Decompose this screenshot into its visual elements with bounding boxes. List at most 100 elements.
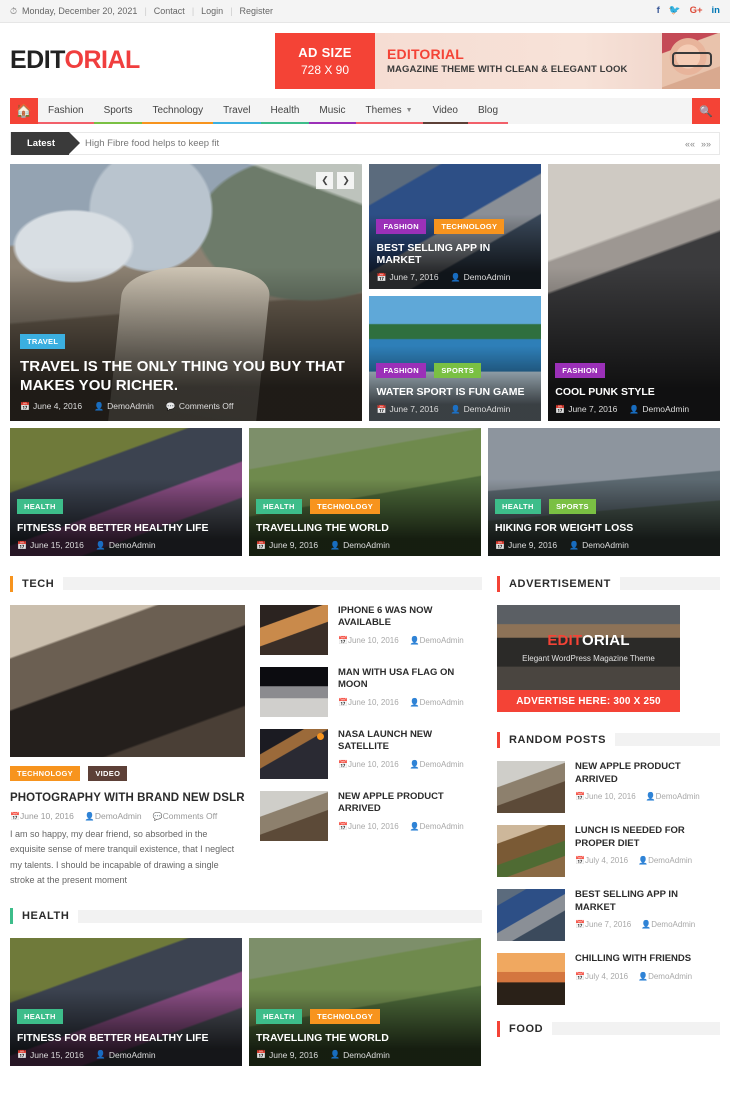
ad-size-label: AD SIZE bbox=[298, 44, 352, 60]
nav-item-music[interactable]: Music bbox=[309, 98, 356, 124]
current-date: Monday, December 20, 2021 bbox=[22, 6, 138, 16]
double-chevron-left-icon[interactable]: «« bbox=[685, 139, 695, 149]
featured-post-app[interactable]: FASHION TECHNOLOGY BEST SELLING APP IN M… bbox=[369, 164, 542, 289]
random-post-item[interactable]: BEST SELLING APP IN MARKET 📅June 7, 2016… bbox=[497, 889, 720, 941]
tech-post-item[interactable]: MAN WITH USA FLAG ON MOON 📅June 10, 2016… bbox=[260, 667, 482, 717]
category-badge-sports[interactable]: SPORTS bbox=[434, 363, 481, 378]
nav-item-technology[interactable]: Technology bbox=[142, 98, 214, 124]
post-title[interactable]: MAN WITH USA FLAG ON MOON bbox=[338, 667, 482, 692]
nav-label: Fashion bbox=[48, 104, 84, 116]
nav-item-fashion[interactable]: Fashion bbox=[38, 98, 94, 124]
category-badge-fashion[interactable]: FASHION bbox=[376, 219, 426, 234]
tech-post-item[interactable]: NEW APPLE PRODUCT ARRIVED 📅June 10, 2016… bbox=[260, 791, 482, 841]
nav-item-sports[interactable]: Sports bbox=[93, 98, 143, 124]
card-travelling[interactable]: HEALTH TECHNOLOGY TRAVELLING THE WORLD 📅… bbox=[249, 428, 481, 556]
tech-post-list: IPHONE 6 WAS NOW AVAILABLE 📅June 10, 201… bbox=[260, 605, 482, 889]
category-badge-technology[interactable]: TECHNOLOGY bbox=[434, 219, 505, 234]
comment-icon: 💬 bbox=[165, 401, 176, 411]
featured-main-post[interactable]: ❮ ❯ TRAVEL TRAVEL IS THE ONLY THING YOU … bbox=[10, 164, 363, 421]
featured-title[interactable]: WATER SPORT IS FUN GAME bbox=[376, 386, 534, 398]
tech-feature-image[interactable] bbox=[10, 605, 245, 757]
twitter-icon[interactable]: 🐦 bbox=[669, 6, 681, 16]
section-fill bbox=[615, 733, 720, 746]
card-title[interactable]: HIKING FOR WEIGHT LOSS bbox=[495, 522, 713, 534]
ticker-label: Latest bbox=[11, 132, 80, 155]
card-caption: HEALTH FITNESS FOR BETTER HEALTHY LIFE 📅… bbox=[17, 1008, 235, 1060]
header-ad-banner[interactable]: AD SIZE 728 X 90 EDITORIAL MAGAZINE THEM… bbox=[275, 32, 720, 89]
google-plus-icon[interactable]: G+ bbox=[690, 6, 703, 16]
post-title[interactable]: BEST SELLING APP IN MARKET bbox=[575, 889, 720, 914]
nav-item-health[interactable]: Health bbox=[260, 98, 310, 124]
random-post-item[interactable]: LUNCH IS NEEDED FOR PROPER DIET 📅July 4,… bbox=[497, 825, 720, 877]
tech-feature-title[interactable]: PHOTOGRAPHY WITH BRAND NEW DSLR bbox=[10, 792, 245, 804]
category-badge-health[interactable]: HEALTH bbox=[17, 499, 63, 514]
category-badge-health[interactable]: HEALTH bbox=[17, 1008, 63, 1024]
nav-item-blog[interactable]: Blog bbox=[468, 98, 509, 124]
card-fitness[interactable]: HEALTH FITNESS FOR BETTER HEALTHY LIFE 📅… bbox=[10, 937, 242, 1066]
post-date: 📅June 7, 2016 bbox=[555, 404, 617, 414]
chevron-right-icon[interactable]: ❯ bbox=[337, 172, 355, 189]
category-badge-health[interactable]: HEALTH bbox=[256, 1008, 302, 1024]
nav-item-travel[interactable]: Travel bbox=[213, 98, 261, 124]
card-travelling[interactable]: HEALTH TECHNOLOGY TRAVELLING THE WORLD 📅… bbox=[249, 937, 481, 1066]
tech-post-item[interactable]: NASA LAUNCH NEW SATELLITE 📅June 10, 2016… bbox=[260, 729, 482, 779]
card-title[interactable]: TRAVELLING THE WORLD bbox=[256, 1032, 474, 1044]
nav-item-video[interactable]: Video bbox=[422, 98, 468, 124]
search-icon[interactable]: 🔍 bbox=[692, 98, 720, 124]
post-title[interactable]: CHILLING WITH FRIENDS bbox=[575, 953, 692, 966]
news-ticker: Latest High Fibre food helps to keep fit… bbox=[10, 132, 720, 155]
card-title[interactable]: TRAVELLING THE WORLD bbox=[256, 522, 474, 534]
linkedin-icon[interactable]: in bbox=[712, 6, 720, 16]
post-title[interactable]: NASA LAUNCH NEW SATELLITE bbox=[338, 729, 482, 754]
divider: | bbox=[230, 6, 233, 16]
ticker-headline[interactable]: High Fibre food helps to keep fit bbox=[85, 138, 219, 149]
category-badge-sports[interactable]: SPORTS bbox=[549, 499, 596, 514]
double-chevron-right-icon[interactable]: »» bbox=[701, 139, 711, 149]
featured-title[interactable]: BEST SELLING APP IN MARKET bbox=[376, 242, 534, 266]
topbar-link-register[interactable]: Register bbox=[240, 6, 274, 16]
calendar-icon: 📅 bbox=[575, 792, 585, 802]
category-badge-travel[interactable]: TRAVEL bbox=[20, 334, 66, 350]
random-post-item[interactable]: CHILLING WITH FRIENDS 📅July 4, 2016 👤Dem… bbox=[497, 953, 720, 1005]
featured-main-title[interactable]: TRAVEL IS THE ONLY THING YOU BUY THAT MA… bbox=[20, 358, 348, 395]
category-badge-technology[interactable]: TECHNOLOGY bbox=[10, 766, 80, 781]
chevron-left-icon[interactable]: ❮ bbox=[316, 172, 334, 189]
topbar-link-login[interactable]: Login bbox=[201, 6, 223, 16]
post-title[interactable]: LUNCH IS NEEDED FOR PROPER DIET bbox=[575, 825, 720, 850]
tech-post-item[interactable]: IPHONE 6 WAS NOW AVAILABLE 📅June 10, 201… bbox=[260, 605, 482, 655]
featured-post-water-sport[interactable]: FASHION SPORTS WATER SPORT IS FUN GAME 📅… bbox=[369, 296, 542, 421]
category-badge-fashion[interactable]: FASHION bbox=[376, 363, 426, 378]
card-fitness[interactable]: HEALTH FITNESS FOR BETTER HEALTHY LIFE 📅… bbox=[10, 428, 242, 556]
card-title[interactable]: FITNESS FOR BETTER HEALTHY LIFE bbox=[17, 1032, 235, 1044]
category-badge-health[interactable]: HEALTH bbox=[256, 499, 302, 514]
user-icon: 👤 bbox=[569, 540, 580, 550]
category-badge-fashion[interactable]: FASHION bbox=[555, 363, 605, 378]
post-title[interactable]: NEW APPLE PRODUCT ARRIVED bbox=[338, 791, 482, 816]
random-post-item[interactable]: NEW APPLE PRODUCT ARRIVED 📅June 10, 2016… bbox=[497, 761, 720, 813]
category-badge-technology[interactable]: TECHNOLOGY bbox=[310, 1008, 381, 1024]
category-badge-video[interactable]: VIDEO bbox=[88, 766, 128, 781]
main-column: TECH TECHNOLOGY VIDEO PHOTOGRAPHY WITH B… bbox=[10, 574, 482, 1066]
sidebar-ad-image[interactable]: EDITORIAL Elegant WordPress Magazine The… bbox=[497, 605, 680, 690]
nav-item-themes[interactable]: Themes ▼ bbox=[355, 98, 423, 124]
post-title[interactable]: IPHONE 6 WAS NOW AVAILABLE bbox=[338, 605, 482, 630]
nav-wrapper: 🏠 Fashion Sports Technology Travel Healt… bbox=[0, 98, 730, 124]
featured-title[interactable]: COOL PUNK STYLE bbox=[555, 386, 713, 398]
card-hiking[interactable]: HEALTH SPORTS HIKING FOR WEIGHT LOSS 📅 Ju… bbox=[488, 428, 720, 556]
featured-post-punk-style[interactable]: FASHION COOL PUNK STYLE 📅 June 7, 2016 👤 D… bbox=[548, 164, 720, 421]
home-icon[interactable]: 🏠 bbox=[10, 98, 38, 124]
post-author: 👤DemoAdmin bbox=[96, 540, 156, 550]
site-logo[interactable]: EDITORIAL bbox=[10, 46, 140, 75]
user-icon: 👤 bbox=[450, 404, 461, 414]
category-badge-health[interactable]: HEALTH bbox=[495, 499, 541, 514]
card-title[interactable]: FITNESS FOR BETTER HEALTHY LIFE bbox=[17, 522, 235, 534]
category-badge-technology[interactable]: TECHNOLOGY bbox=[310, 499, 381, 514]
advertise-here-button[interactable]: ADVERTISE HERE: 300 X 250 bbox=[497, 690, 680, 712]
facebook-icon[interactable]: f bbox=[657, 6, 660, 16]
post-title[interactable]: NEW APPLE PRODUCT ARRIVED bbox=[575, 761, 720, 786]
post-author: 👤DemoAdmin bbox=[451, 404, 511, 414]
post-author: 👤DemoAdmin bbox=[94, 401, 154, 411]
topbar-link-contact[interactable]: Contact bbox=[154, 6, 185, 16]
nav-label: Health bbox=[270, 104, 300, 116]
author-text: DemoAdmin bbox=[108, 1049, 156, 1060]
